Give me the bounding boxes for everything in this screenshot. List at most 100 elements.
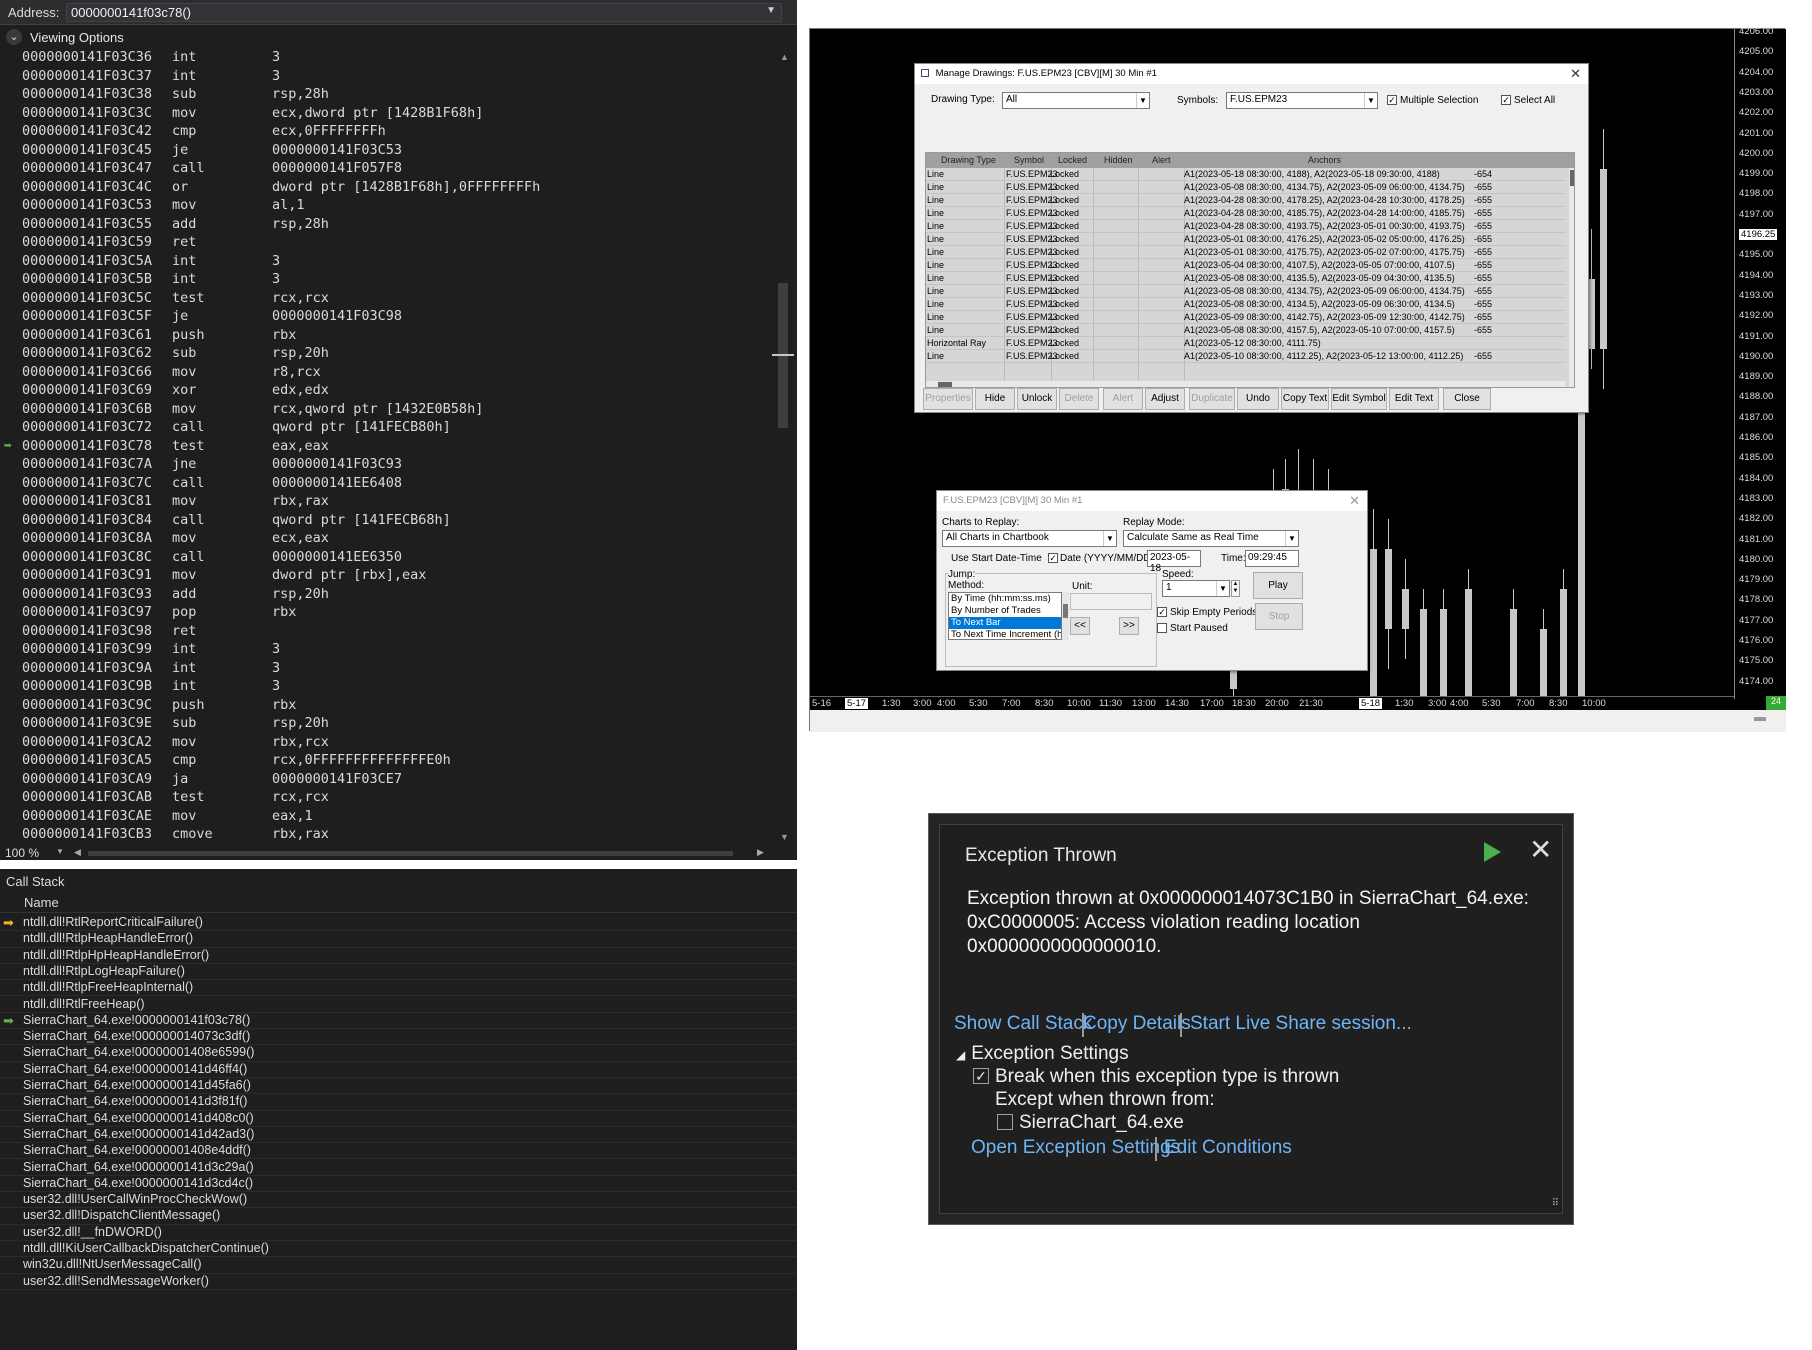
call-stack-frame[interactable]: ntdll.dll!RtlpFreeHeapInternal() (0, 980, 797, 997)
vertical-scrollbar[interactable]: ▲ ▼ (771, 48, 797, 846)
delete-button[interactable]: Delete (1059, 388, 1099, 410)
disassembly-line[interactable]: 0000000141F03CAB test rcx,rcx (0, 788, 770, 806)
disassembly-line[interactable]: 0000000141F03C62 sub rsp,20h (0, 344, 770, 362)
disassembly-line[interactable]: 0000000141F03C91 mov dword ptr [rbx],eax (0, 566, 770, 584)
chevron-down-icon[interactable]: ▼ (1136, 93, 1149, 108)
call-stack-frame[interactable]: user32.dll!__fnDWORD() (0, 1225, 797, 1241)
disassembly-line[interactable]: 0000000141F03C8A mov ecx,eax (0, 529, 770, 547)
disassembly-line[interactable]: 0000000141F03C3C mov ecx,dword ptr [1428B1… (0, 104, 770, 122)
chevron-down-icon[interactable]: ▼ (56, 847, 64, 856)
disassembly-line[interactable]: 0000000141F03C99 int 3 (0, 640, 770, 658)
call-stack-frame[interactable]: ntdll.dll!RtlpLogHeapFailure() (0, 964, 797, 981)
drawing-row[interactable]: Line F.US.EPM23 Locked A1(2023-05-08 08:30:… (926, 298, 1566, 311)
checkbox-checked-icon[interactable]: ✓ (1501, 95, 1511, 106)
duplicate-button[interactable]: Duplicate (1189, 388, 1235, 410)
disassembly-line[interactable]: 0000000141F03C9E sub rsp,20h (0, 714, 770, 732)
show-call-stack-link[interactable]: Show Call Stack (954, 1013, 1092, 1035)
unit-input[interactable] (1070, 593, 1152, 610)
time-input[interactable]: 09:29:45 (1245, 550, 1299, 567)
method-listbox[interactable]: By Time (hh:mm:ss.ms) By Number of Trades… (948, 592, 1062, 640)
disassembly-code[interactable]: 0000000141F03C36 int 3 0000000141F03C37 int 3… (0, 48, 770, 846)
call-stack-frame[interactable]: SierraChart_64.exe!0000000141d3f81f() (0, 1094, 797, 1111)
checkbox-unchecked-icon[interactable] (1157, 623, 1167, 634)
call-stack-frame[interactable]: SierraChart_64.exe!0000000141d42ad3() (0, 1127, 797, 1144)
disassembly-line[interactable]: 0000000141F03C6B mov rcx,qword ptr [1432E0… (0, 400, 770, 418)
unlock-button[interactable]: Unlock (1017, 388, 1057, 410)
close-icon[interactable]: ✕ (1349, 493, 1360, 509)
disassembly-line[interactable]: 0000000141F03C47 call 0000000141F057F8 (0, 159, 770, 177)
open-exception-settings-link[interactable]: Open Exception Settings (971, 1137, 1180, 1159)
column-header[interactable]: Symbol (1014, 155, 1044, 165)
checkbox-checked-icon[interactable]: ✓ (1157, 607, 1167, 618)
method-option[interactable]: By Number of Trades (949, 605, 1061, 617)
call-stack-header[interactable]: Name (0, 893, 797, 913)
call-stack-frame[interactable]: ntdll.dll!RtlpHeapHandleError() (0, 931, 797, 948)
stop-button[interactable]: Stop (1255, 603, 1303, 630)
skip-empty-periods[interactable]: ✓ Skip Empty Periods (1157, 607, 1257, 618)
disassembly-line[interactable]: 0000000141F03C53 mov al,1 (0, 196, 770, 214)
checkbox-checked-icon[interactable]: ✓ (1387, 95, 1397, 106)
call-stack-frame[interactable]: SierraChart_64.exe!000000014073c3df() (0, 1029, 797, 1046)
call-stack-frame[interactable]: SierraChart_64.exe!0000000141d45fa6() (0, 1078, 797, 1095)
drawing-row[interactable]: Horizontal Ray F.US.EPM23 Locked A1(2023-05… (926, 337, 1566, 350)
chevron-down-icon[interactable]: ▼ (1216, 581, 1229, 596)
call-stack-frame[interactable]: SierraChart_64.exe!00000001408e4ddf() (0, 1143, 797, 1160)
chevron-down-icon[interactable]: ▼ (1285, 531, 1298, 546)
scrollbar-thumb[interactable] (938, 382, 952, 387)
disassembly-line[interactable]: 0000000141F03CA5 cmp rcx,0FFFFFFFFFFFFFFE0… (0, 751, 770, 769)
call-stack-frame[interactable]: ➡ SierraChart_64.exe!0000000141f03c78() (0, 1013, 797, 1030)
continue-icon[interactable] (1484, 842, 1501, 862)
copy-text-button[interactable]: Copy Text (1281, 388, 1329, 410)
disassembly-line[interactable]: 0000000141F03C9C push rbx (0, 696, 770, 714)
play-button[interactable]: Play (1253, 572, 1303, 599)
disassembly-line[interactable]: 0000000141F03C9A int 3 (0, 659, 770, 677)
disassembly-line[interactable]: 0000000141F03C84 call qword ptr [141FECB68… (0, 511, 770, 529)
edit-symbol-button[interactable]: Edit Symbol (1331, 388, 1387, 410)
date-input[interactable]: 2023-05-18 (1147, 550, 1201, 574)
chevron-down-icon[interactable]: ▼ (1103, 531, 1116, 546)
disassembly-line[interactable]: 0000000141F03C72 call qword ptr [141FECB80… (0, 418, 770, 436)
disassembly-line[interactable]: 0000000141F03C36 int 3 (0, 48, 770, 66)
call-stack-frame[interactable]: ntdll.dll!RtlpHpHeapHandleError() (0, 948, 797, 964)
column-header[interactable]: Hidden (1104, 155, 1133, 165)
method-option[interactable]: To Next Bar (949, 617, 1061, 629)
charts-to-replay-select[interactable]: All Charts in Chartbook ▼ (942, 530, 1117, 547)
disassembly-line[interactable]: 0000000141F03C61 push rbx (0, 326, 770, 344)
close-button[interactable]: Close (1443, 388, 1491, 410)
drawing-row[interactable]: Line F.US.EPM23 Locked A1(2023-04-28 08:30:… (926, 207, 1566, 220)
disassembly-line[interactable]: 0000000141F03C69 xor edx,edx (0, 381, 770, 399)
drawing-row[interactable]: Line F.US.EPM23 Locked A1(2023-05-04 08:30:… (926, 259, 1566, 272)
disassembly-line[interactable]: 0000000141F03C7C call 0000000141EE6408 (0, 474, 770, 492)
edit-conditions-link[interactable]: Edit Conditions (1164, 1137, 1292, 1159)
call-stack-frame[interactable]: user32.dll!SendMessageWorker() (0, 1274, 797, 1290)
break-when-checkbox[interactable]: ✓ (973, 1068, 989, 1084)
alert-button[interactable]: Alert (1103, 388, 1143, 410)
call-stack-frame[interactable]: SierraChart_64.exe!0000000141d3c29a() (0, 1160, 797, 1176)
symbols-select[interactable]: F.US.EPM23 ▼ (1226, 92, 1378, 109)
drawing-row[interactable]: Line F.US.EPM23 Locked A1(2023-04-28 08:30:… (926, 220, 1566, 233)
disassembly-line[interactable]: 0000000141F03C7A jne 0000000141F03C93 (0, 455, 770, 473)
disassembly-line[interactable]: 0000000141F03C9B int 3 (0, 677, 770, 695)
column-header[interactable]: Locked (1058, 155, 1087, 165)
call-stack-frame[interactable]: SierraChart_64.exe!00000001408e6599() (0, 1045, 797, 1062)
disassembly-line[interactable]: 0000000141F03CA2 mov rbx,rcx (0, 733, 770, 751)
viewing-options-toggle[interactable]: ⌄ Viewing Options (0, 27, 797, 47)
horizontal-scrollbar[interactable] (88, 851, 733, 856)
disassembly-line[interactable]: 0000000141F03CA9 ja 0000000141F03CE7 (0, 770, 770, 788)
scroll-down-icon[interactable]: ▼ (780, 832, 789, 842)
resize-grip-icon[interactable]: ⠿ (1552, 1198, 1559, 1209)
disassembly-line[interactable]: 0000000141F03C98 ret (0, 622, 770, 640)
use-start-datetime-checkbox[interactable]: ✓ (1048, 553, 1058, 563)
disassembly-line[interactable]: 0000000141F03C42 cmp ecx,0FFFFFFFFh (0, 122, 770, 140)
drawing-row[interactable]: Line F.US.EPM23 Locked A1(2023-05-08 08:30:… (926, 272, 1566, 285)
call-stack-frame[interactable]: ntdll.dll!RtlFreeHeap() (0, 997, 797, 1013)
method-option[interactable]: By Time (hh:mm:ss.ms) (949, 593, 1061, 605)
drawing-row[interactable]: Line F.US.EPM23 Locked A1(2023-05-01 08:30:… (926, 233, 1566, 246)
address-combobox[interactable]: 0000000141f03c78() ▼ (66, 3, 782, 22)
chevron-down-icon[interactable]: ▼ (1364, 93, 1377, 108)
adjust-button[interactable]: Adjust (1145, 388, 1185, 410)
call-stack-frame[interactable]: SierraChart_64.exe!0000000141d408c0() (0, 1111, 797, 1127)
properties-button[interactable]: Properties (923, 388, 973, 410)
table-horizontal-scrollbar[interactable] (926, 381, 1566, 387)
disassembly-line[interactable]: 0000000141F03C38 sub rsp,28h (0, 85, 770, 103)
